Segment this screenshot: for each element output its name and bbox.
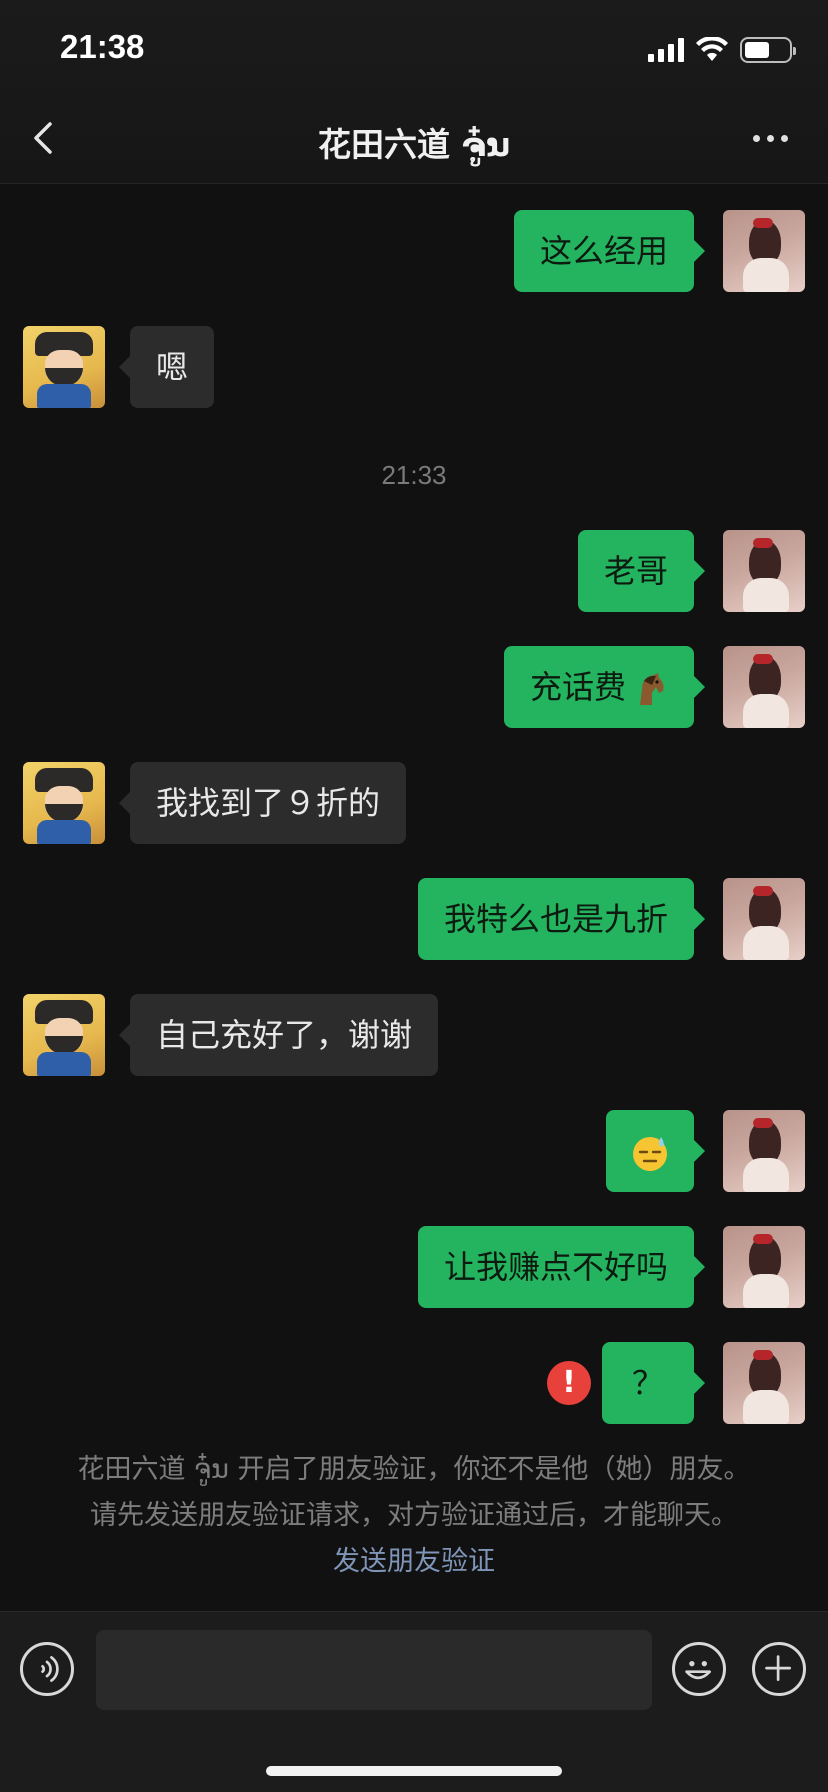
send-verification-link[interactable]: 发送朋友验证 <box>40 1539 788 1585</box>
contact-avatar[interactable] <box>23 326 105 408</box>
my-avatar[interactable] <box>723 1226 805 1308</box>
more-options-icon[interactable] <box>748 128 792 148</box>
message-bubble-me[interactable]: 老哥 <box>577 530 706 612</box>
message-timestamp: 21:33 <box>381 460 447 490</box>
message-row: 自己充好了，谢谢 <box>0 994 828 1076</box>
status-icons <box>648 36 796 64</box>
message-bubble-me[interactable] <box>606 1110 705 1192</box>
battery-icon <box>740 37 796 63</box>
friend-verification-notice: 花田六道 ຈູ໋ນ 开启了朋友验证，你还不是他（她）朋友。 请先发送朋友验证请求… <box>40 1447 788 1585</box>
message-text: 充话费 <box>529 668 626 706</box>
my-avatar[interactable] <box>723 646 805 728</box>
top-bar: 21:38 花田六道 ຈູ໋ນ <box>0 0 828 184</box>
cellular-signal-icon <box>648 38 684 62</box>
message-row: 嗯 <box>0 326 828 408</box>
send-failed-icon[interactable]: ! <box>547 1361 591 1405</box>
message-row <box>0 1110 828 1192</box>
message-bubble-me[interactable]: ？ <box>601 1342 706 1424</box>
message-bubble-me[interactable]: 我特么也是九折 <box>417 878 706 960</box>
input-bar <box>0 1611 828 1792</box>
chat-area[interactable]: 这么经用 嗯 21:33 老哥 充话费 我找到了９折的 我特么也是九折 自己充好… <box>0 185 828 1610</box>
my-avatar[interactable] <box>723 210 805 292</box>
status-time: 21:38 <box>60 28 145 65</box>
chat-title: 花田六道 ຈູ໋ນ <box>317 125 511 164</box>
my-avatar[interactable] <box>723 530 805 612</box>
message-row: 我特么也是九折 <box>0 878 828 960</box>
notice-line-2: 请先发送朋友验证请求，对方验证通过后，才能聊天。 <box>90 1500 738 1531</box>
wifi-icon <box>696 37 728 61</box>
contact-avatar[interactable] <box>23 994 105 1076</box>
message-row: 老哥 <box>0 530 828 612</box>
home-indicator <box>266 1766 562 1776</box>
message-row: ! ？ <box>0 1342 828 1424</box>
add-icon[interactable] <box>752 1642 806 1696</box>
message-input[interactable] <box>96 1630 652 1710</box>
contact-avatar[interactable] <box>23 762 105 844</box>
emoji-icon[interactable] <box>672 1642 726 1696</box>
my-avatar[interactable] <box>723 1110 805 1192</box>
horse-emoji-icon <box>640 673 664 705</box>
message-row: 这么经用 <box>0 210 828 292</box>
message-row: 充话费 <box>0 646 828 728</box>
sweat-face-emoji-icon <box>633 1137 667 1171</box>
notice-line-1: 花田六道 ຈູ໋ນ 开启了朋友验证，你还不是他（她）朋友。 <box>77 1454 751 1485</box>
message-bubble-them[interactable]: 我找到了９折的 <box>118 762 407 844</box>
message-bubble-me[interactable]: 充话费 <box>503 646 706 728</box>
voice-icon[interactable] <box>20 1642 74 1696</box>
my-avatar[interactable] <box>723 878 805 960</box>
message-row: 让我赚点不好吗 <box>0 1226 828 1308</box>
message-row: 我找到了９折的 <box>0 762 828 844</box>
message-bubble-them[interactable]: 嗯 <box>118 326 215 408</box>
message-bubble-me[interactable]: 让我赚点不好吗 <box>417 1226 706 1308</box>
message-bubble-me[interactable]: 这么经用 <box>513 210 706 292</box>
my-avatar[interactable] <box>723 1342 805 1424</box>
message-bubble-them[interactable]: 自己充好了，谢谢 <box>118 994 439 1076</box>
